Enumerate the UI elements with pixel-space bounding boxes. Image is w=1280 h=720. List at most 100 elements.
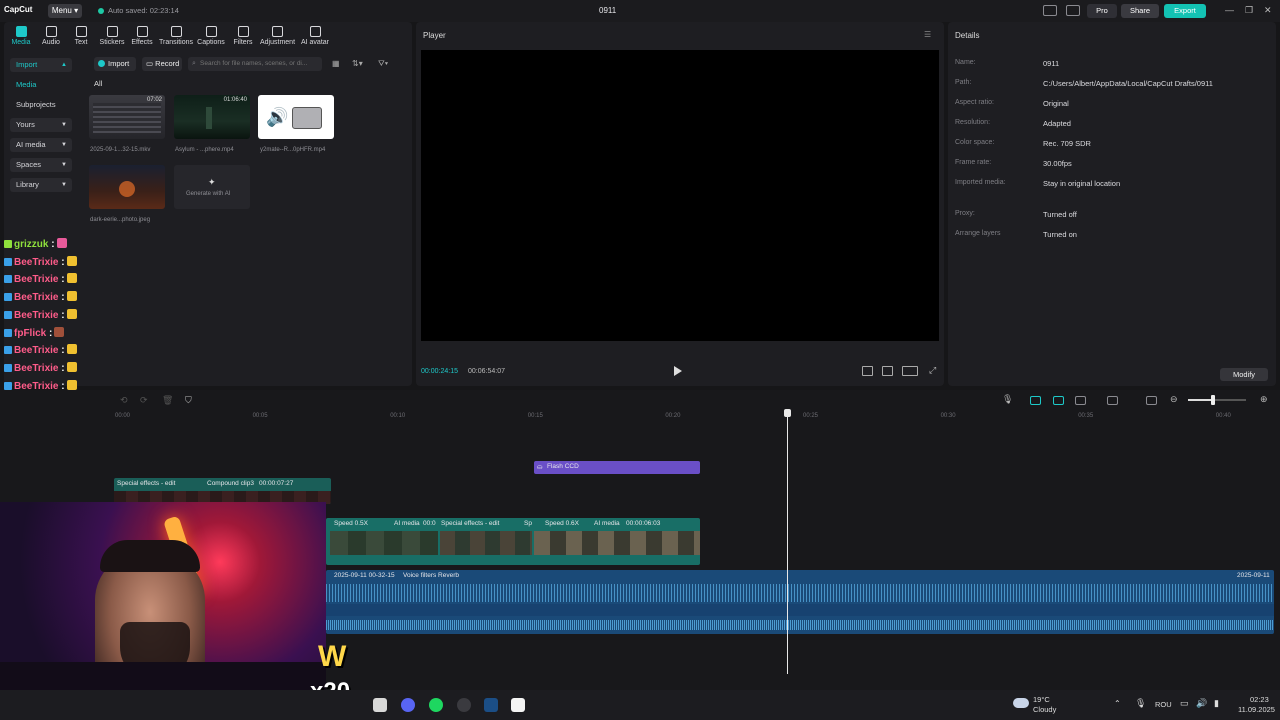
redo-icon[interactable]: ⟳ bbox=[140, 395, 148, 406]
generate-with-ai-card[interactable]: ✦ Generate with AI bbox=[174, 165, 250, 209]
sidebar-item-ai-media[interactable]: AI media ▼ bbox=[10, 138, 72, 152]
layout-icon[interactable] bbox=[1043, 5, 1057, 16]
playhead-handle[interactable] bbox=[784, 409, 791, 417]
zoom-fit-icon[interactable] bbox=[1146, 396, 1157, 405]
network-icon[interactable]: ▭ bbox=[1180, 698, 1189, 709]
stickers-icon bbox=[106, 26, 118, 37]
volume-icon[interactable]: 🔊 bbox=[1196, 698, 1207, 709]
language-indicator[interactable]: ROU bbox=[1155, 700, 1172, 709]
menu-button[interactable]: Menu ▾ bbox=[48, 4, 82, 18]
play-icon[interactable] bbox=[674, 366, 682, 376]
tab-ai-avatar[interactable]: AI avatar bbox=[298, 26, 332, 46]
share-button[interactable]: Share bbox=[1121, 4, 1159, 18]
taskbar: 19°C Cloudy ⌃ 🎙 ROU ▭ 🔊 ▮ 02:23 11.09.20… bbox=[0, 690, 1280, 720]
audio-track[interactable]: 2025-09-11 00-32-15 Voice filters Reverb… bbox=[326, 570, 1274, 634]
sidebar-item-import[interactable]: Import ▲ bbox=[10, 58, 72, 72]
grid-view-icon[interactable]: ▦ bbox=[332, 59, 340, 68]
magnet-icon[interactable] bbox=[1053, 396, 1064, 405]
close-icon[interactable]: ✕ bbox=[1264, 5, 1272, 16]
thumb-3-glow bbox=[119, 181, 135, 197]
minimize-icon[interactable]: — bbox=[1225, 5, 1234, 15]
focus-icon[interactable] bbox=[882, 366, 893, 376]
shield-icon[interactable]: ⛉ bbox=[185, 395, 192, 406]
media-icon bbox=[15, 26, 27, 37]
import-button-label: Import bbox=[108, 59, 130, 68]
media-duration: 01:06:40 bbox=[223, 97, 247, 103]
subtitle-icon[interactable] bbox=[862, 366, 873, 376]
filter-icon[interactable]: ⛛▾ bbox=[378, 59, 388, 69]
zoom-slider-handle[interactable] bbox=[1211, 395, 1215, 405]
import-button[interactable]: Import bbox=[94, 57, 136, 71]
preview-axis-icon[interactable] bbox=[1107, 396, 1118, 405]
fullscreen-icon[interactable]: ⤢ bbox=[929, 365, 936, 376]
tab-effects[interactable]: Effects bbox=[125, 26, 159, 46]
sidebar-item-subprojects[interactable]: Subprojects bbox=[10, 98, 72, 112]
media-thumb-2[interactable]: 🔊 bbox=[258, 95, 334, 139]
chevron-up-icon[interactable]: ⌃ bbox=[1114, 699, 1121, 708]
weather-temp[interactable]: 19°C bbox=[1033, 695, 1050, 704]
sidebar-import-label: Import bbox=[16, 60, 38, 69]
detail-label: Arrange layers bbox=[955, 230, 1001, 237]
player-screen[interactable] bbox=[421, 50, 939, 341]
media-thumb-3[interactable] bbox=[89, 165, 165, 209]
chat-username: BeeTrixie bbox=[14, 362, 59, 374]
file-explorer-icon[interactable] bbox=[373, 698, 387, 712]
tab-media[interactable]: Media bbox=[4, 26, 38, 46]
weather-text[interactable]: Cloudy bbox=[1033, 705, 1056, 714]
tab-stickers[interactable]: Stickers bbox=[95, 26, 129, 46]
clock-date[interactable]: 11.09.2025 bbox=[1238, 705, 1275, 714]
player-menu-icon[interactable]: ☰ bbox=[924, 30, 931, 39]
modify-button[interactable]: Modify bbox=[1220, 368, 1268, 381]
zoom-in-icon[interactable]: ⊕ bbox=[1260, 394, 1268, 405]
capcut-taskbar-icon[interactable] bbox=[511, 698, 525, 712]
obs-icon[interactable] bbox=[457, 698, 471, 712]
discord-icon[interactable] bbox=[401, 698, 415, 712]
zoom-slider[interactable] bbox=[1188, 395, 1246, 405]
undo-icon[interactable]: ⟲ bbox=[120, 395, 128, 406]
microphone-tray-icon[interactable]: 🎙 bbox=[1135, 698, 1146, 709]
sidebar-item-spaces[interactable]: Spaces ▼ bbox=[10, 158, 72, 172]
clock-time[interactable]: 02:23 bbox=[1250, 695, 1269, 704]
sort-icon[interactable]: ⇅▾ bbox=[352, 59, 363, 68]
battery-icon[interactable]: ▮ bbox=[1214, 698, 1219, 709]
tab-text[interactable]: Text bbox=[64, 26, 98, 46]
ratio-icon[interactable] bbox=[902, 366, 918, 376]
delete-icon[interactable]: 🗑 bbox=[162, 395, 173, 406]
chat-colon: : bbox=[58, 292, 65, 304]
zoom-out-icon[interactable]: ⊖ bbox=[1170, 394, 1178, 405]
maximize-icon[interactable]: ❐ bbox=[1245, 5, 1253, 16]
link-icon[interactable] bbox=[1030, 396, 1041, 405]
tab-filters[interactable]: Filters bbox=[226, 26, 260, 46]
audio-waveform-bottom bbox=[326, 620, 1274, 630]
compound-clip[interactable]: Special effects - edit Compound clip3 00… bbox=[114, 478, 331, 504]
all-tab[interactable]: All bbox=[94, 79, 102, 88]
media-thumb-0[interactable]: 07:02 bbox=[89, 95, 165, 139]
tab-adjustment[interactable]: Adjustment bbox=[260, 26, 295, 46]
sidebar-item-yours[interactable]: Yours ▼ bbox=[10, 118, 72, 132]
sidebar-item-media[interactable]: Media bbox=[10, 78, 72, 92]
tab-captions[interactable]: Captions bbox=[194, 26, 228, 46]
effect-icon: ⛀ bbox=[537, 464, 543, 471]
playhead[interactable] bbox=[787, 412, 788, 674]
sidebar-item-library[interactable]: Library ▼ bbox=[10, 178, 72, 192]
tab-transitions[interactable]: Transitions bbox=[159, 26, 193, 46]
media-thumb-1[interactable]: 01:06:40 bbox=[174, 95, 250, 139]
split-icon[interactable] bbox=[1075, 396, 1086, 405]
chat-badge-icon bbox=[4, 240, 12, 248]
microphone-icon[interactable]: 🎙 bbox=[1002, 394, 1013, 405]
shortcuts-icon[interactable] bbox=[1066, 5, 1080, 16]
pro-button[interactable]: Pro bbox=[1087, 4, 1117, 18]
chat-message: grizzuk : bbox=[4, 237, 67, 253]
spotify-icon[interactable] bbox=[429, 698, 443, 712]
effect-clip[interactable]: ⛀ Flash CCD bbox=[534, 461, 700, 474]
video-track[interactable]: Speed 0.5X AI media 00:0 Special effects… bbox=[326, 518, 700, 565]
search-input[interactable] bbox=[188, 57, 322, 71]
tab-audio[interactable]: Audio bbox=[34, 26, 68, 46]
detail-label: Aspect ratio: bbox=[955, 99, 994, 106]
detail-label: Path: bbox=[955, 79, 972, 86]
player-title: Player bbox=[423, 31, 446, 40]
export-button[interactable]: Export bbox=[1164, 4, 1206, 18]
record-button[interactable]: ▭ Record bbox=[142, 57, 182, 71]
ruler-tick: 00:10 bbox=[390, 413, 406, 419]
steam-icon[interactable] bbox=[484, 698, 498, 712]
